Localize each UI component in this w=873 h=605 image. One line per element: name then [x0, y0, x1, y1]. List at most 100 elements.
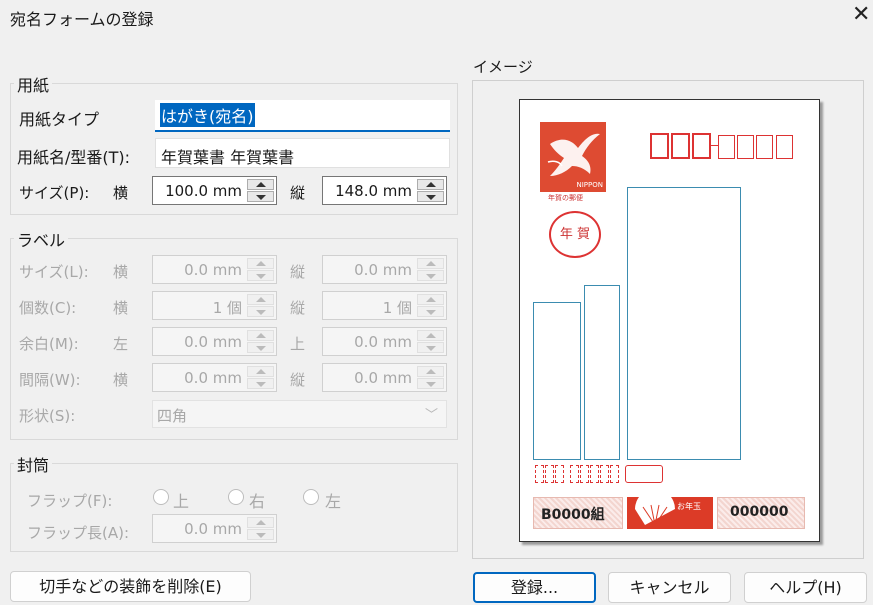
paper-name-value: 年賀葉書 年賀葉書	[161, 148, 295, 167]
label-gap-h-label: 縦	[290, 371, 306, 389]
sender-postal-box	[570, 465, 579, 483]
sender-postal-box	[535, 465, 544, 483]
chevron-down-icon[interactable]	[417, 270, 444, 281]
chevron-down-icon[interactable]	[417, 191, 444, 202]
label-margin-top-label: 上	[290, 335, 306, 353]
label-margin-left-stepper[interactable]: 0.0 mm	[152, 327, 277, 356]
chevron-down-icon[interactable]	[247, 378, 274, 389]
remove-decoration-button[interactable]: 切手などの装飾を削除(E)	[10, 571, 251, 602]
flap-radio-top[interactable]	[153, 489, 169, 505]
flap-option-right: 右	[249, 492, 266, 511]
paper-width-value: 100.0 mm	[165, 182, 242, 200]
label-count-h-stepper[interactable]: 1 個	[322, 291, 447, 320]
flap-radio-right[interactable]	[228, 489, 244, 505]
label-gap-label: 間隔(W):	[19, 371, 81, 389]
paper-name-label: 用紙名/型番(T):	[17, 148, 131, 167]
sender-postal-box	[590, 465, 599, 483]
label-size-w-label: 横	[113, 263, 129, 281]
label-shape-label: 形状(S):	[19, 407, 76, 425]
postal-code-box	[718, 135, 735, 159]
label-size-label: サイズ(L):	[19, 263, 89, 281]
sender-postal-box	[600, 465, 609, 483]
sender-postal-box	[555, 465, 564, 483]
paper-size-label: サイズ(P):	[19, 184, 90, 202]
paper-type-label: 用紙タイプ	[19, 110, 100, 129]
chevron-up-icon[interactable]	[417, 258, 444, 269]
chevron-up-icon[interactable]	[247, 366, 274, 377]
paper-type-value: はがき(宛名)	[160, 103, 255, 127]
sender-postal-box	[625, 465, 663, 483]
sender-postal-box	[545, 465, 554, 483]
paper-width-stepper[interactable]: 100.0 mm	[152, 176, 277, 205]
lottery-group-text: B0000組	[541, 507, 605, 523]
flap-length-label: フラップ長(A):	[27, 524, 130, 542]
label-count-label: 個数(C):	[19, 299, 77, 317]
flap-label: フラップ(F):	[27, 492, 113, 510]
paper-height-stepper[interactable]: 148.0 mm	[322, 176, 447, 205]
lottery-number-text: 000000	[730, 504, 789, 520]
sender-address-box	[584, 285, 620, 460]
chevron-up-icon[interactable]	[417, 179, 444, 190]
chevron-up-icon[interactable]	[417, 294, 444, 305]
chevron-up-icon[interactable]	[247, 258, 274, 269]
chevron-down-icon: ﹀	[424, 408, 438, 423]
label-size-w-value: 0.0 mm	[184, 261, 242, 279]
postmark-text: 年 賀	[559, 227, 591, 242]
flap-length-value: 0.0 mm	[184, 520, 242, 538]
help-button[interactable]: ヘルプ(H)	[744, 572, 867, 603]
stamp-caption: 年賀の郵便	[548, 194, 583, 202]
chevron-up-icon[interactable]	[247, 330, 274, 341]
chevron-up-icon[interactable]	[417, 330, 444, 341]
label-size-h-value: 0.0 mm	[354, 261, 412, 279]
label-gap-w-stepper[interactable]: 0.0 mm	[152, 363, 277, 392]
label-margin-label: 余白(M):	[19, 335, 79, 353]
paper-group-label: 用紙	[14, 72, 53, 96]
postal-code-box	[776, 135, 793, 159]
sender-postal-box	[580, 465, 589, 483]
label-margin-left-label: 左	[113, 335, 129, 353]
postmark: 年 賀	[549, 211, 601, 258]
register-button[interactable]: 登録...	[473, 572, 596, 603]
flap-length-stepper[interactable]: 0.0 mm	[152, 514, 277, 543]
chevron-down-icon[interactable]	[417, 306, 444, 317]
chevron-up-icon[interactable]	[247, 179, 274, 190]
label-margin-left-value: 0.0 mm	[184, 333, 242, 351]
postal-code-box	[650, 133, 669, 159]
label-gap-w-label: 横	[113, 371, 129, 389]
chevron-down-icon[interactable]	[417, 378, 444, 389]
sender-postal-box	[610, 465, 619, 483]
label-gap-h-stepper[interactable]: 0.0 mm	[322, 363, 447, 392]
chevron-down-icon[interactable]	[247, 191, 274, 202]
chevron-up-icon[interactable]	[247, 294, 274, 305]
paper-height-label: 縦	[290, 184, 306, 202]
flap-option-left: 左	[325, 492, 342, 511]
paper-width-label: 横	[113, 184, 129, 202]
flap-radio-left[interactable]	[303, 489, 319, 505]
close-icon[interactable]: ✕	[852, 2, 870, 28]
label-size-h-label: 縦	[290, 263, 306, 281]
label-size-w-stepper[interactable]: 0.0 mm	[152, 255, 277, 284]
chevron-up-icon[interactable]	[247, 517, 274, 528]
paper-type-field[interactable]: はがき(宛名)	[155, 100, 450, 132]
label-count-h-value: 1 個	[382, 299, 412, 317]
label-shape-select[interactable]: 四角 ﹀	[152, 400, 447, 428]
chevron-down-icon[interactable]	[417, 342, 444, 353]
preview-label: イメージ	[473, 58, 533, 76]
label-gap-w-value: 0.0 mm	[184, 369, 242, 387]
cancel-button[interactable]: キャンセル	[608, 572, 731, 603]
lottery-number-panel: 000000	[717, 497, 805, 529]
paper-name-field[interactable]: 年賀葉書 年賀葉書	[155, 138, 450, 168]
address-box	[627, 187, 741, 460]
chevron-down-icon[interactable]	[247, 342, 274, 353]
chevron-down-icon[interactable]	[247, 306, 274, 317]
label-size-h-stepper[interactable]: 0.0 mm	[322, 255, 447, 284]
chevron-up-icon[interactable]	[417, 366, 444, 377]
chevron-down-icon[interactable]	[247, 529, 274, 540]
label-group-label: ラベル	[14, 227, 69, 251]
label-margin-top-stepper[interactable]: 0.0 mm	[322, 327, 447, 356]
stamp-image: NIPPON	[540, 122, 606, 192]
label-count-w-stepper[interactable]: 1 個	[152, 291, 277, 320]
chevron-down-icon[interactable]	[247, 270, 274, 281]
label-count-w-label: 横	[113, 299, 129, 317]
postal-code-box	[692, 133, 711, 159]
